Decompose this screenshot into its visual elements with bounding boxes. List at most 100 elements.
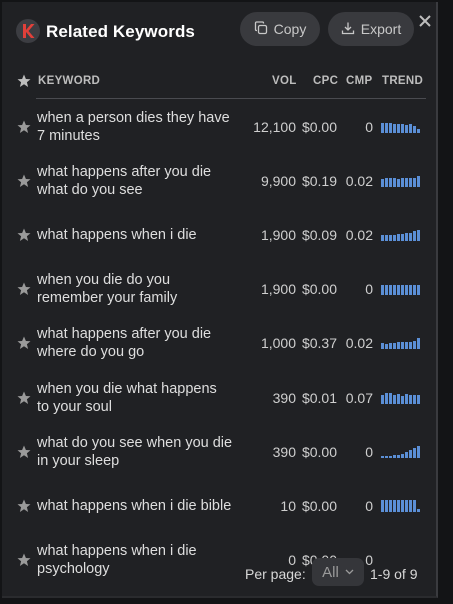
star-icon[interactable] [17,174,31,188]
trend-bar [401,234,404,242]
trend-bar [381,285,384,296]
trend-bar [409,285,412,296]
keyword-line: when you die what happens [37,380,217,397]
column-vol[interactable]: VOL [272,75,297,87]
table-row[interactable]: what happens when i die 1,900 $0.09 0.02 [2,208,438,262]
trend-bar [417,394,420,404]
table-row[interactable]: what happens after you die where do you g… [2,316,438,370]
column-keyword[interactable]: KEYWORD [38,75,100,87]
cell-vol: 12,100 [253,119,296,135]
cell-vol: 1,000 [260,335,296,352]
trend-bar [405,178,408,188]
trend-bar [381,394,384,404]
keyword-text[interactable]: when a person dies they have 7 minutes [37,109,249,145]
column-cmp[interactable]: CMP [346,75,372,87]
star-icon[interactable] [17,282,31,296]
trend-bar [389,178,392,188]
trend-bar [385,178,388,188]
trend-bar [393,499,396,512]
keyword-text[interactable]: what do you see when you die in your slee… [37,434,249,470]
keyword-line: 7 minutes [37,128,100,144]
keyword-text[interactable]: what happens after you die what do you se… [37,163,249,199]
trend-bar [413,499,416,512]
trend-bar [389,235,392,242]
table-header: KEYWORD VOL CPC CMP TREND [2,70,438,99]
trend-bar [381,179,384,188]
cell-cpc: $0.00 [301,281,337,298]
per-page-value: All [322,563,339,581]
panel-header: Related Keywords Copy Export [2,2,438,58]
trend-bar [409,449,412,458]
cell-cmp: 0.02 [345,173,373,190]
copy-button[interactable]: Copy [240,12,320,46]
trend-sparkline [381,123,420,133]
trend-bar [409,124,412,133]
close-icon[interactable] [418,14,432,28]
trend-sparkline [381,392,420,404]
trend-bar [417,508,420,512]
cell-cpc: $0.09 [301,227,337,244]
keyword-text[interactable]: what happens when i die bible [37,497,249,515]
star-icon[interactable] [17,228,31,242]
per-page-select[interactable]: All [312,558,364,586]
trend-bar [397,124,400,133]
trend-bar [401,499,404,512]
trend-bar [405,499,408,512]
table-row[interactable]: when you die what happens to your soul 390… [2,371,438,425]
trend-bar [405,342,408,350]
star-icon[interactable] [17,499,31,513]
trend-bar [397,285,400,296]
keyword-line: what do you see [37,182,143,199]
cell-cmp: 0.02 [345,335,373,352]
trend-bar [417,230,420,242]
cell-cmp: 0.02 [345,227,373,244]
trend-bar [409,178,412,188]
keyword-text[interactable]: when you die what happens to your soul [37,380,249,416]
trend-bar [405,393,408,404]
star-icon[interactable] [17,120,31,134]
column-trend[interactable]: TREND [382,75,423,87]
star-icon[interactable] [17,445,31,459]
cell-cmp: 0 [365,497,373,514]
trend-bar [393,394,396,404]
keyword-text[interactable]: what happens after you die where do you g… [37,325,249,361]
trend-bar [417,285,420,296]
trend-bar [385,455,388,458]
panel-title: Related Keywords [46,22,195,41]
keyword-line: to your soul [37,398,112,415]
trend-bar [389,455,392,458]
keyword-text[interactable]: when you die do you remember your family [37,271,249,307]
trend-bar [405,125,408,133]
trend-bar [389,499,392,512]
trend-bar [393,178,396,188]
trend-bar [397,234,400,242]
table-row[interactable]: what do you see when you die in your slee… [2,425,438,479]
keyword-line: when a person dies they have [37,110,230,126]
trend-bar [389,285,392,296]
column-cpc[interactable]: CPC [313,75,338,87]
export-button-label: Export [360,21,402,37]
table-row[interactable]: what happens when i die bible 10 $0.00 0 [2,479,438,533]
trend-bar [401,178,404,188]
cell-cpc: $0.00 [301,119,337,135]
trend-bar [393,454,396,458]
keyword-text[interactable]: what happens when i die [37,226,249,244]
keyword-line: in your sleep [37,452,120,469]
table-row[interactable]: when you die do you remember your family 1… [2,262,438,316]
cell-vol: 390 [272,443,296,460]
star-icon[interactable] [17,391,31,405]
star-icon[interactable] [17,336,31,350]
trend-bar [397,342,400,350]
trend-bar [381,235,384,242]
trend-bar [409,342,412,350]
table-row[interactable]: what happens after you die what do you se… [2,154,438,208]
pagination-footer: Per page: All 1-9 of 9 [2,558,438,588]
trend-bar [413,341,416,350]
trend-bar [405,285,408,296]
star-icon[interactable] [17,74,31,88]
trend-bar [409,233,412,242]
export-button[interactable]: Export [328,12,414,46]
table-row[interactable]: when a person dies they have 7 minutes 12,… [2,100,438,154]
trend-bar [397,499,400,512]
trend-bar [393,124,396,133]
